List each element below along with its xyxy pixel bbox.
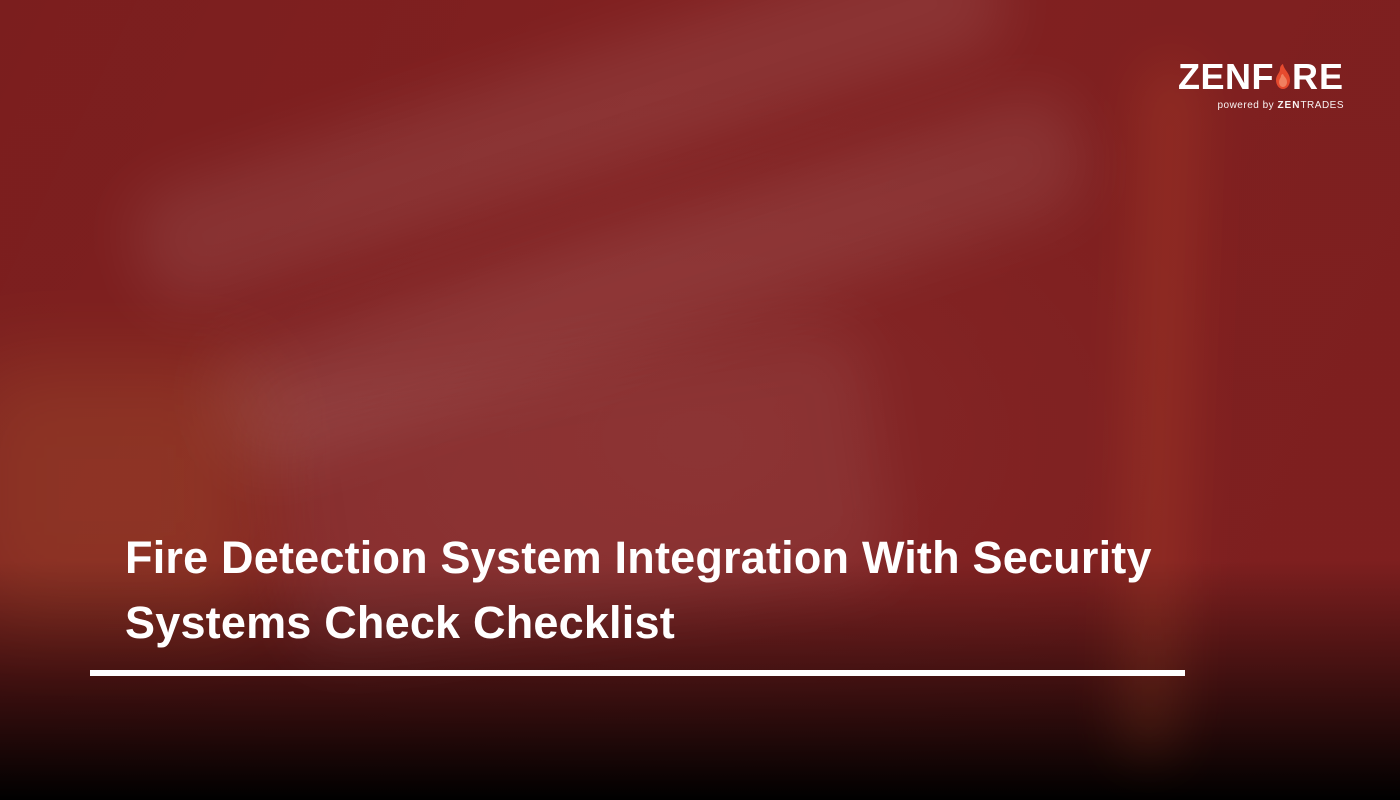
flame-icon (1275, 64, 1291, 90)
brand-tagline: powered by ZENTRADES (1178, 100, 1344, 111)
tagline-brand-bold: ZEN (1277, 100, 1300, 111)
brand-logo: ZENF RE powered by ZENTRADES (1178, 56, 1344, 111)
bg-blur-shape (1118, 59, 1202, 761)
brand-name-part2: RE (1292, 56, 1344, 98)
brand-wordmark: ZENF RE (1178, 56, 1344, 98)
brand-name-part1: ZENF (1178, 56, 1274, 98)
tagline-brand-rest: TRADES (1300, 100, 1344, 111)
hero-title-block: Fire Detection System Integration With S… (125, 525, 1185, 656)
hero-banner: ZENF RE powered by ZENTRADES Fire Detect… (0, 0, 1400, 800)
hero-title: Fire Detection System Integration With S… (125, 525, 1185, 656)
hero-underline (90, 670, 1185, 676)
tagline-prefix: powered by (1217, 100, 1277, 111)
